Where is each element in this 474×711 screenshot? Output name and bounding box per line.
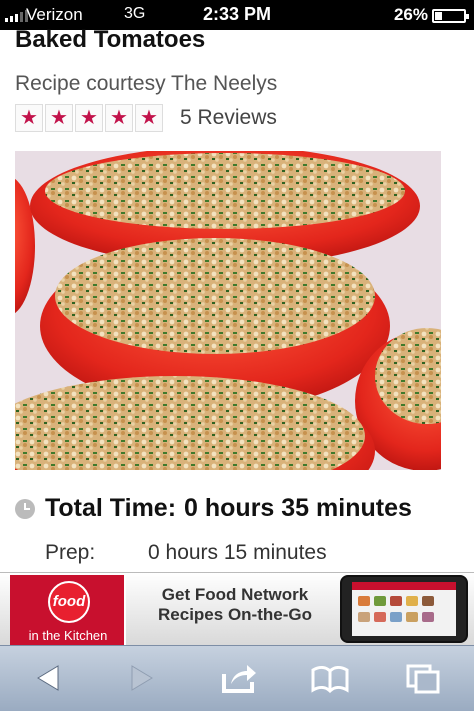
recipe-credit: Recipe courtesy The Neelys	[15, 72, 278, 95]
recipe-photo	[15, 151, 441, 470]
prep-value: 0 hours 15 minutes	[148, 541, 327, 564]
clock-icon	[15, 498, 35, 519]
star-rating: ★ ★ ★ ★ ★	[15, 104, 163, 132]
total-time-label: Total Time:	[45, 494, 177, 522]
star-icon: ★	[75, 104, 103, 132]
baked-tomatoes-illustration	[15, 151, 441, 470]
back-arrow-icon[interactable]	[28, 660, 68, 696]
share-icon[interactable]	[219, 660, 259, 696]
recipe-title: Baked Tomatoes	[15, 26, 206, 53]
forward-arrow-icon[interactable]	[122, 660, 162, 696]
total-time-value: 0 hours 35 minutes	[184, 494, 412, 522]
star-icon: ★	[135, 104, 163, 132]
food-badge: food	[48, 581, 90, 623]
food-network-logo: food in the Kitchen	[10, 575, 126, 645]
ad-brand-subtitle: in the Kitchen	[28, 628, 108, 643]
star-icon: ★	[105, 104, 133, 132]
ad-banner[interactable]: food in the Kitchen Get Food Network Rec…	[0, 572, 474, 645]
phone-image	[340, 575, 468, 643]
rating[interactable]: ★ ★ ★ ★ ★ 5 Reviews	[15, 104, 277, 132]
battery-percent: 26%	[393, 5, 428, 24]
prep-label: Prep:	[45, 541, 96, 564]
reviews-link[interactable]: 5 Reviews	[180, 106, 277, 130]
browser-toolbar	[0, 645, 474, 711]
ad-text-line1: Get Food Network	[161, 585, 309, 604]
total-time: Total Time: 0 hours 35 minutes	[15, 494, 412, 523]
star-icon: ★	[45, 104, 73, 132]
ad-text: Get Food Network Recipes On-the-Go	[130, 585, 340, 625]
star-icon: ★	[15, 104, 43, 132]
tabs-icon[interactable]	[404, 660, 444, 696]
bookmarks-icon[interactable]	[310, 660, 350, 696]
ad-text-line2: Recipes On-the-Go	[158, 605, 312, 624]
prep-time: Prep: 0 hours 15 minutes	[45, 541, 327, 565]
battery-icon	[432, 9, 469, 23]
